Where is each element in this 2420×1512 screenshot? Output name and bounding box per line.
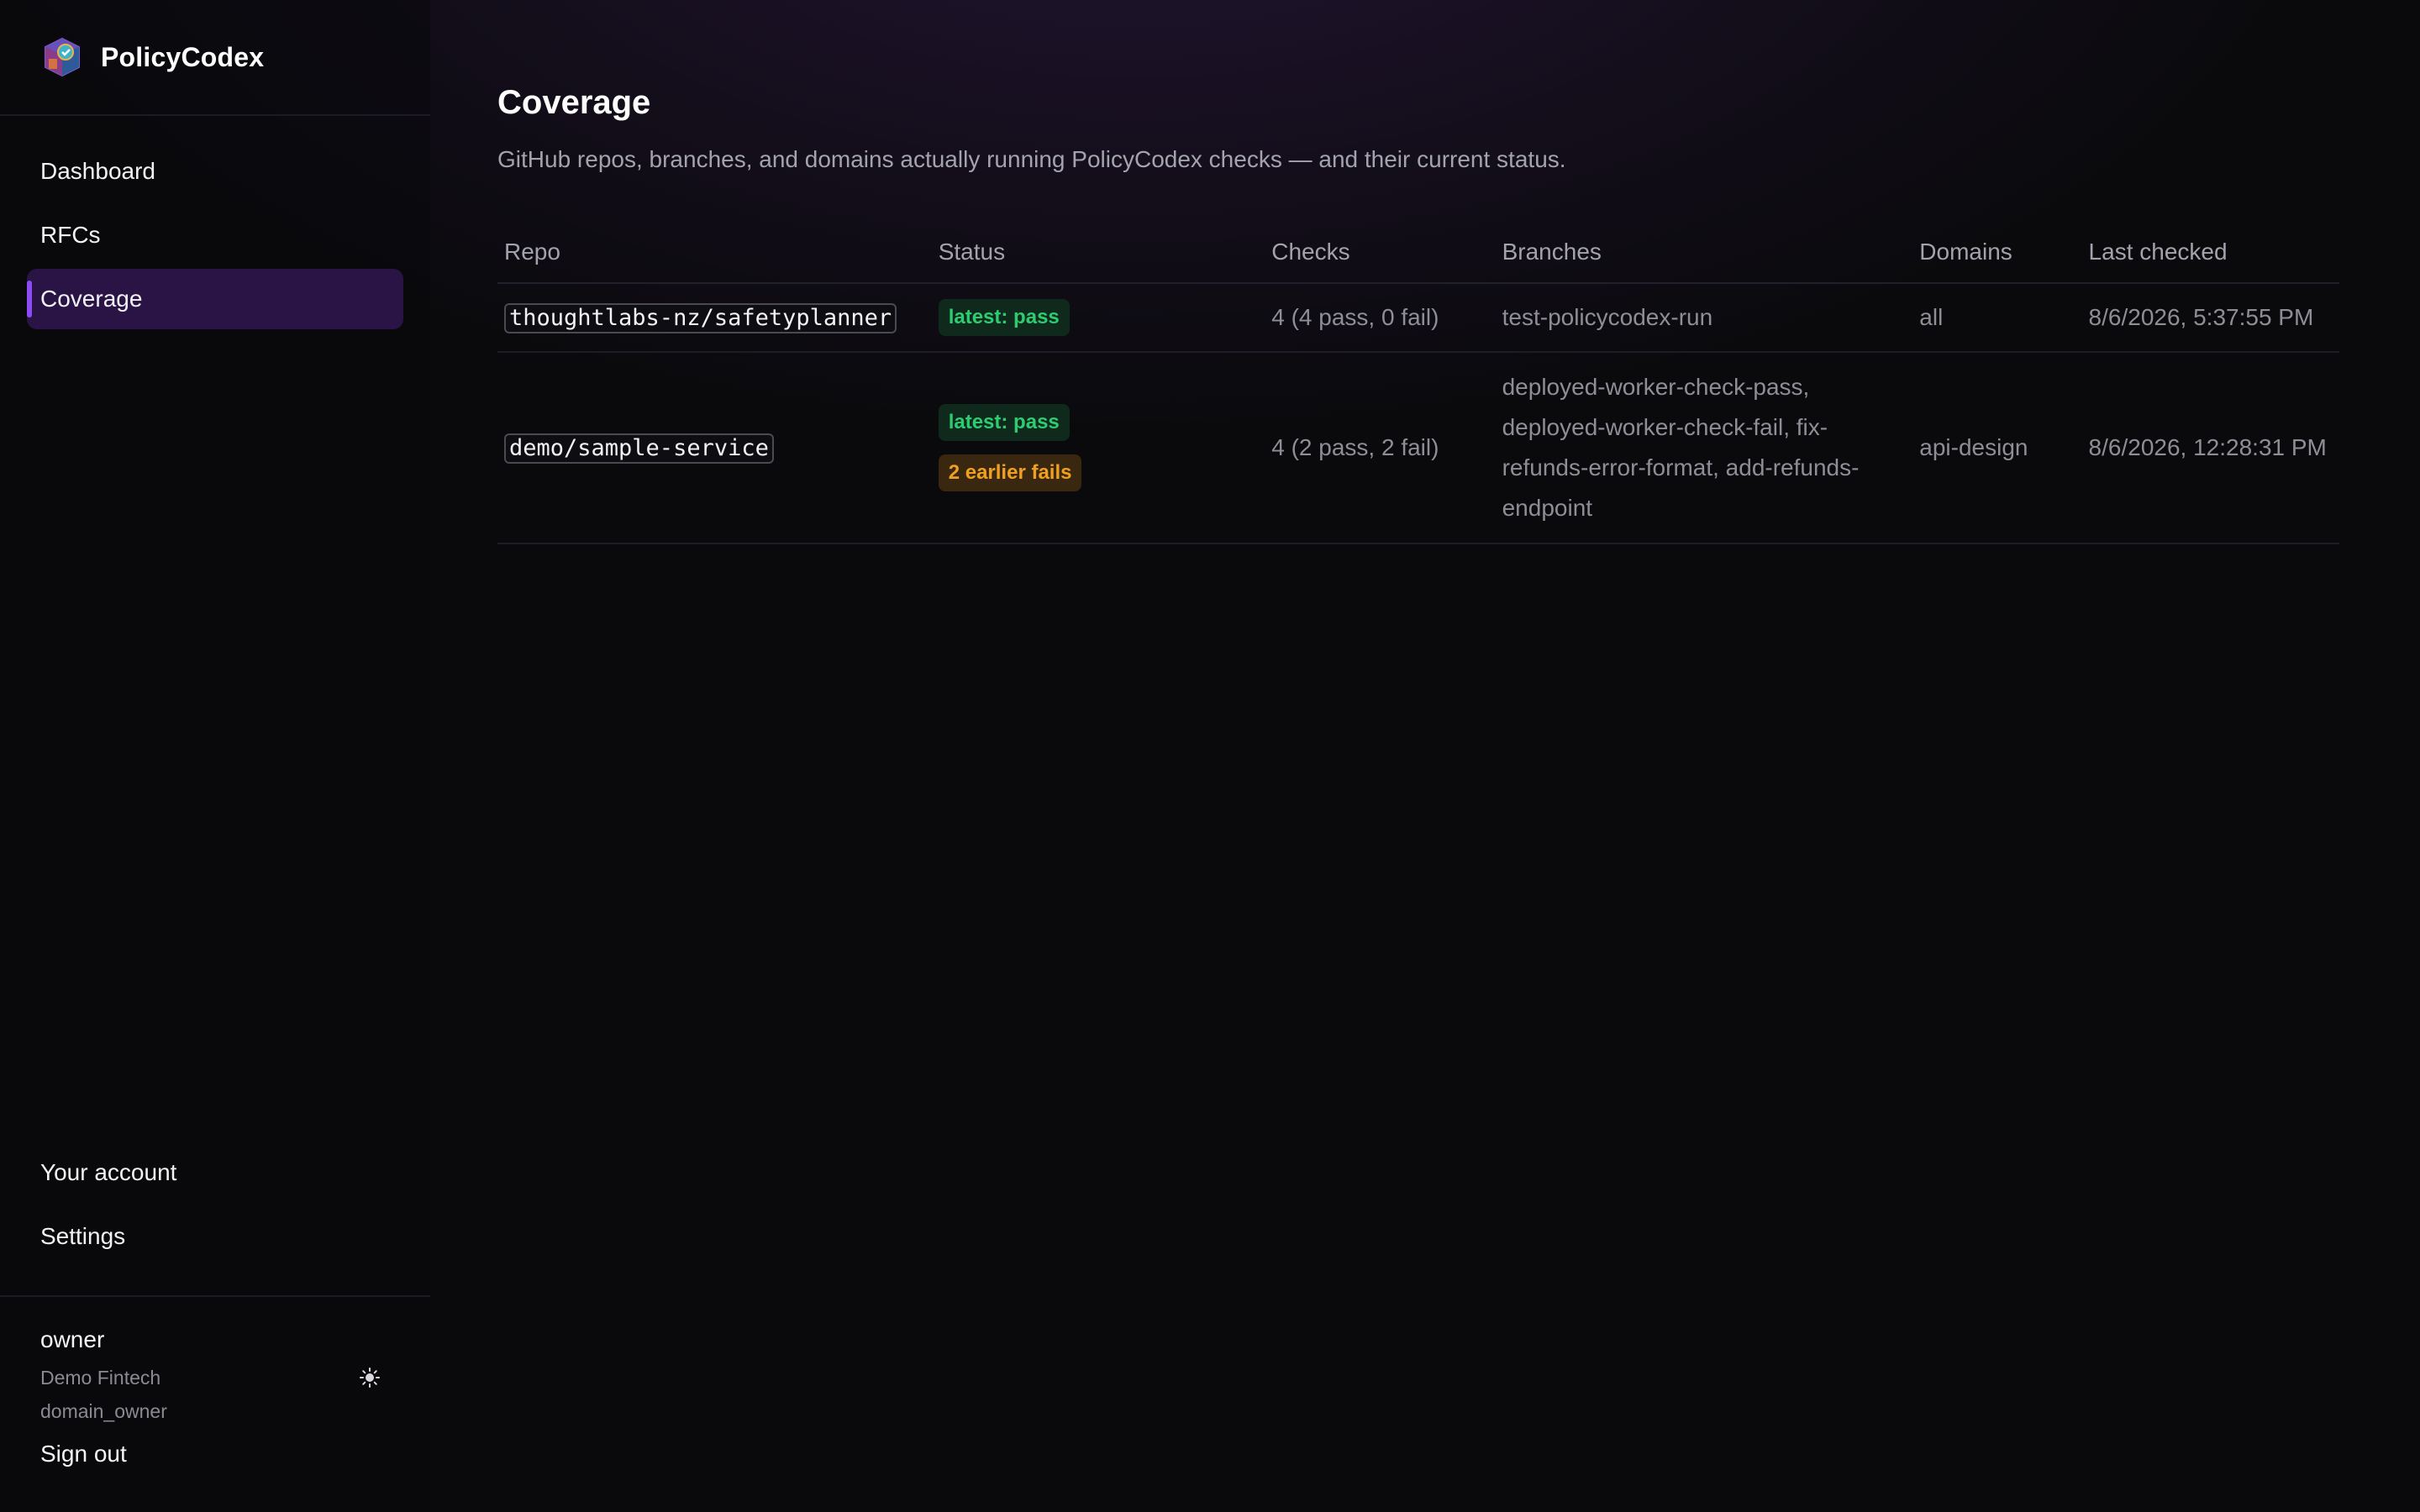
nav-item-dashboard[interactable]: Dashboard <box>27 141 403 202</box>
cell-domains: all <box>1912 283 2082 353</box>
cell-checks: 4 (2 pass, 2 fail) <box>1265 352 1496 544</box>
cell-repo: demo/sample-service <box>497 352 932 544</box>
main-nav: Dashboard RFCs Coverage <box>27 141 403 333</box>
column-header-branches[interactable]: Branches <box>1495 222 1913 284</box>
cell-domains: api-design <box>1912 352 2082 544</box>
column-header-repo[interactable]: Repo <box>497 222 932 284</box>
status-badge-pass: latest: pass <box>938 404 1070 441</box>
sign-out-button[interactable]: Sign out <box>40 1433 127 1475</box>
sidebar-divider-bottom <box>0 1295 430 1297</box>
nav-item-rfcs[interactable]: RFCs <box>27 205 403 265</box>
nav-item-label: RFCs <box>40 222 101 248</box>
user-name: owner <box>40 1326 105 1352</box>
status-badge-pass: latest: pass <box>938 299 1070 336</box>
cell-status: latest: pass <box>931 283 1265 353</box>
cell-checks: 4 (4 pass, 0 fail) <box>1265 283 1496 353</box>
sun-icon <box>360 1368 380 1388</box>
nav-item-label: Coverage <box>40 286 143 312</box>
cell-repo: thoughtlabs-nz/safetyplanner <box>497 283 932 353</box>
column-header-checks[interactable]: Checks <box>1265 222 1496 284</box>
status-badges: latest: pass 2 earlier fails <box>938 404 1259 491</box>
cell-last-checked: 8/6/2026, 5:37:55 PM <box>2081 283 2339 353</box>
nav-item-label: Settings <box>40 1223 126 1249</box>
cell-branches: test-policycodex-run <box>1495 283 1913 353</box>
coverage-table: Repo Status Checks Branches Domains Last… <box>497 222 2339 544</box>
repo-name[interactable]: demo/sample-service <box>504 433 774 464</box>
user-info: owner Demo Fintech domain_owner <box>40 1319 393 1428</box>
sidebar-divider-top <box>0 114 430 116</box>
column-header-domains[interactable]: Domains <box>1912 222 2082 284</box>
table-header: Repo Status Checks Branches Domains Last… <box>497 222 2339 284</box>
column-header-last-checked[interactable]: Last checked <box>2081 222 2339 284</box>
nav-item-coverage[interactable]: Coverage <box>27 269 403 329</box>
table-row[interactable]: thoughtlabs-nz/safetyplanner latest: pas… <box>497 283 2339 353</box>
app-name: PolicyCodex <box>101 41 265 72</box>
cell-last-checked: 8/6/2026, 12:28:31 PM <box>2081 352 2339 544</box>
app-root: PolicyCodex Dashboard RFCs Coverage Your… <box>0 0 2420 1512</box>
status-badges: latest: pass <box>938 299 1259 336</box>
user-org: Demo Fintech <box>40 1367 161 1389</box>
status-badge-earlier-fails: 2 earlier fails <box>938 454 1082 491</box>
secondary-nav: Your account Settings <box>27 1142 403 1270</box>
table-row[interactable]: demo/sample-service latest: pass 2 earli… <box>497 352 2339 544</box>
nav-item-your-account[interactable]: Your account <box>27 1142 403 1203</box>
user-role: domain_owner <box>40 1400 167 1422</box>
page-subtitle: GitHub repos, branches, and domains actu… <box>497 146 1566 172</box>
theme-toggle-button[interactable] <box>353 1361 387 1394</box>
column-header-status[interactable]: Status <box>931 222 1265 284</box>
nav-item-label: Dashboard <box>40 158 155 184</box>
sidebar: PolicyCodex Dashboard RFCs Coverage Your… <box>0 0 430 1512</box>
page-title: Coverage <box>497 84 651 121</box>
table-body: thoughtlabs-nz/safetyplanner latest: pas… <box>497 283 2339 544</box>
brand[interactable]: PolicyCodex <box>40 32 264 82</box>
header-row: Repo Status Checks Branches Domains Last… <box>497 222 2339 284</box>
cell-branches: deployed-worker-check-pass, deployed-wor… <box>1495 352 1913 544</box>
nav-item-label: Your account <box>40 1159 177 1185</box>
repo-name[interactable]: thoughtlabs-nz/safetyplanner <box>504 303 897 333</box>
cell-status: latest: pass 2 earlier fails <box>931 352 1265 544</box>
policycodex-logo-icon <box>45 37 80 77</box>
nav-item-settings[interactable]: Settings <box>27 1206 403 1267</box>
